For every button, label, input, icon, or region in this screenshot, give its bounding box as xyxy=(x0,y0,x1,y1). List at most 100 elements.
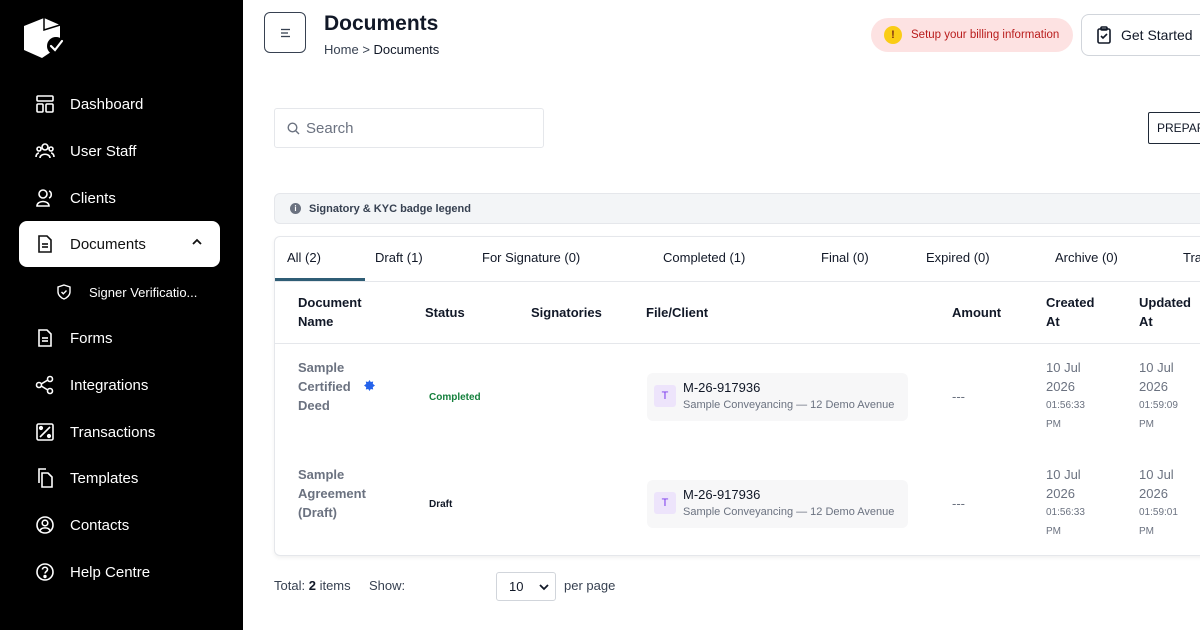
sidebar-item-label: Help Centre xyxy=(70,563,151,581)
prepare-document-button[interactable]: PREPAR xyxy=(1148,112,1200,144)
documents-table-card: All (2) Draft (1) For Signature (0) Comp… xyxy=(274,236,1200,556)
menu-icon xyxy=(281,28,290,38)
sidebar-item-label: Dashboard xyxy=(70,95,144,113)
document-name-line: Sample xyxy=(298,360,345,375)
document-icon xyxy=(38,235,52,253)
total-label: Total: xyxy=(274,578,306,593)
tab-expired[interactable]: Expired (0) xyxy=(926,250,990,265)
sidebar-item-label: Forms xyxy=(70,329,113,347)
time-line: PM xyxy=(1139,526,1154,537)
certified-badge-icon xyxy=(364,380,375,391)
templates-icon xyxy=(38,468,53,488)
document-name-link[interactable]: Sample Certified Deed xyxy=(298,358,368,415)
date-line: 2026 xyxy=(1046,486,1075,501)
chevron-up-icon[interactable] xyxy=(190,235,204,249)
tab-draft[interactable]: Draft (1) xyxy=(375,250,423,265)
header-text: At xyxy=(1139,314,1153,329)
search-box[interactable] xyxy=(274,108,544,148)
table-header-divider xyxy=(275,343,1200,344)
file-client-chip[interactable]: T M-26-917936 Sample Conveyancing — 12 D… xyxy=(647,480,908,528)
sidebar-item-label: Transactions xyxy=(70,423,156,441)
document-name-line: Sample xyxy=(298,467,345,482)
date-line: 2026 xyxy=(1139,379,1168,394)
column-header-amount[interactable]: Amount xyxy=(952,303,1001,322)
warning-icon: ! xyxy=(884,26,902,44)
tab-all[interactable]: All (2) xyxy=(287,250,321,265)
sidebar-subitem-label: Signer Verificatio... xyxy=(89,284,198,300)
per-page-select[interactable]: 10 xyxy=(496,572,556,601)
app-logo[interactable] xyxy=(20,16,68,60)
date-line: 2026 xyxy=(1139,486,1168,501)
get-started-label: Get Started xyxy=(1121,27,1193,43)
tab-for-signature[interactable]: For Signature (0) xyxy=(482,250,580,265)
sidebar-item-label: Clients xyxy=(70,189,116,207)
sidebar-item-label: User Staff xyxy=(70,142,137,160)
users-icon xyxy=(35,143,55,159)
tab-final[interactable]: Final (0) xyxy=(821,250,869,265)
file-client-chip[interactable]: T M-26-917936 Sample Conveyancing — 12 D… xyxy=(647,373,908,421)
sidebar: Dashboard User Staff Clients Documents S… xyxy=(0,0,243,630)
header-text: At xyxy=(1046,314,1060,329)
sidebar-item-label: Integrations xyxy=(70,376,149,394)
sidebar-item-templates[interactable]: Templates xyxy=(19,455,220,501)
sidebar-item-help-centre[interactable]: Help Centre xyxy=(19,549,220,595)
status-badge: Completed xyxy=(429,392,481,403)
time-line: 01:56:33 xyxy=(1046,400,1085,411)
breadcrumb-home[interactable]: Home xyxy=(324,42,359,57)
transactions-icon xyxy=(36,423,54,441)
menu-toggle-button[interactable] xyxy=(264,12,306,53)
date-line: 10 Jul xyxy=(1046,360,1081,375)
header-text: Name xyxy=(298,314,334,329)
column-header-created-at[interactable]: Created At xyxy=(1046,293,1094,331)
time-line: 01:56:33 xyxy=(1046,507,1085,518)
clipboard-check-icon xyxy=(1097,26,1111,44)
chevron-down-icon xyxy=(539,584,549,591)
sidebar-item-transactions[interactable]: Transactions xyxy=(19,409,220,455)
show-label: Show: xyxy=(369,578,406,593)
help-icon xyxy=(36,563,54,581)
badge-legend-toggle[interactable]: i Signatory & KYC badge legend xyxy=(274,193,1200,224)
client-name: Sample Conveyancing — 12 Demo Avenue xyxy=(683,506,895,518)
sidebar-subitem-signer-verification[interactable]: Signer Verificatio... xyxy=(56,280,197,304)
updated-at-cell: 10 Jul 2026 01:59:09 PM xyxy=(1139,358,1178,434)
sidebar-item-integrations[interactable]: Integrations xyxy=(19,362,220,408)
file-code: M-26-917936 xyxy=(683,487,761,502)
shield-icon xyxy=(57,284,71,300)
sidebar-item-label: Contacts xyxy=(70,516,130,534)
search-input[interactable] xyxy=(306,119,526,137)
tab-trash[interactable]: Tra xyxy=(1183,250,1200,265)
date-line: 10 Jul xyxy=(1139,467,1174,482)
column-header-signatories[interactable]: Signatories xyxy=(531,303,602,322)
tabs-divider xyxy=(275,281,1200,282)
date-line: 2026 xyxy=(1046,379,1075,394)
breadcrumb-separator: > xyxy=(362,42,370,57)
form-icon xyxy=(38,329,52,347)
sidebar-item-documents[interactable]: Documents xyxy=(19,221,220,267)
sidebar-item-dashboard[interactable]: Dashboard xyxy=(19,81,220,127)
billing-alert-button[interactable]: ! Setup your billing information xyxy=(871,18,1073,52)
document-name-line: Agreement xyxy=(298,486,366,501)
sidebar-item-contacts[interactable]: Contacts xyxy=(19,502,220,548)
total-items: Total: 2 items xyxy=(274,578,351,593)
column-header-status[interactable]: Status xyxy=(425,303,465,322)
status-badge: Draft xyxy=(429,499,453,510)
date-line: 10 Jul xyxy=(1139,360,1174,375)
sidebar-item-label: Documents xyxy=(70,235,146,253)
column-header-document-name[interactable]: Document Name xyxy=(298,293,362,331)
date-line: 10 Jul xyxy=(1046,467,1081,482)
get-started-button[interactable]: Get Started xyxy=(1081,14,1200,56)
document-name-link[interactable]: Sample Agreement (Draft) xyxy=(298,465,368,522)
breadcrumb-current: Documents xyxy=(373,42,440,57)
amount-value: --- xyxy=(952,496,965,511)
tab-archive[interactable]: Archive (0) xyxy=(1055,250,1118,265)
time-line: 01:59:09 xyxy=(1139,400,1178,411)
time-line: PM xyxy=(1046,419,1061,430)
client-name: Sample Conveyancing — 12 Demo Avenue xyxy=(683,399,895,411)
sidebar-item-forms[interactable]: Forms xyxy=(19,315,220,361)
sidebar-item-clients[interactable]: Clients xyxy=(19,175,220,221)
tab-completed[interactable]: Completed (1) xyxy=(663,250,745,265)
sidebar-item-user-staff[interactable]: User Staff xyxy=(19,128,220,174)
column-header-file-client[interactable]: File/Client xyxy=(646,303,708,322)
column-header-updated-at[interactable]: Updated At xyxy=(1139,293,1191,331)
per-page-value: 10 xyxy=(509,579,524,594)
